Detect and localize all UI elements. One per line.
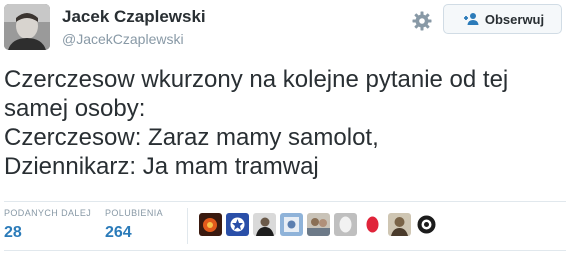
likes-count[interactable]: 264 <box>105 224 163 242</box>
retweets-stat[interactable]: PODANYCH DALEJ 28 <box>4 208 91 242</box>
tweet-line: Czerczesow wkurzony na kolejne pytanie o… <box>4 66 509 93</box>
divider <box>4 250 566 251</box>
user-handle[interactable]: @JacekCzaplewski <box>62 31 184 47</box>
retweets-count[interactable]: 28 <box>4 224 91 242</box>
user-avatar[interactable] <box>4 4 50 50</box>
liker-avatar[interactable] <box>388 213 411 236</box>
follow-button-label: Obserwuj <box>484 11 545 27</box>
liker-avatar[interactable] <box>199 213 222 236</box>
liker-avatar[interactable] <box>415 213 438 236</box>
follow-button[interactable]: Obserwuj <box>443 4 562 34</box>
retweets-label: PODANYCH DALEJ <box>4 208 92 218</box>
liker-avatar[interactable] <box>334 213 357 236</box>
tweet-line: Dziennikarz: Ja mam tramwaj <box>4 153 319 180</box>
tweet-line: samej osoby: <box>4 95 146 122</box>
liker-avatar[interactable] <box>361 213 384 236</box>
liker-avatar[interactable] <box>226 213 249 236</box>
gear-icon[interactable] <box>410 9 434 33</box>
user-name[interactable]: Jacek Czaplewski <box>62 7 206 27</box>
likes-label: POLUBIENIA <box>105 208 164 218</box>
divider <box>4 201 566 202</box>
tweet-text: Czerczesow wkurzony na kolejne pytanie o… <box>4 65 569 181</box>
likes-stat[interactable]: POLUBIENIA 264 <box>105 208 163 242</box>
tweet-header: Jacek Czaplewski @JacekCzaplewski Obserw… <box>0 0 575 60</box>
liker-avatar[interactable] <box>253 213 276 236</box>
add-user-icon <box>461 12 479 26</box>
liker-avatar[interactable] <box>280 213 303 236</box>
stats-separator <box>187 208 188 244</box>
likers-avatars <box>199 213 438 236</box>
tweet-line: Czerczesow: Zaraz mamy samolot, <box>4 124 379 151</box>
liker-avatar[interactable] <box>307 213 330 236</box>
